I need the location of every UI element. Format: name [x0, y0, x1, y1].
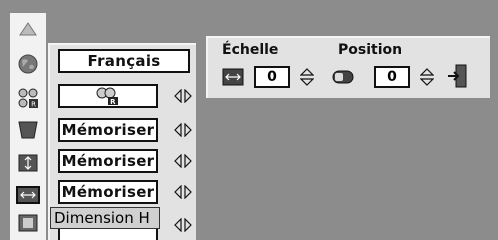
- menu-icon-bar: R: [10, 13, 46, 240]
- svg-text:R: R: [110, 98, 116, 106]
- horizontal-size-icon[interactable]: [10, 182, 46, 208]
- vertical-size-icon[interactable]: [10, 150, 46, 176]
- fullscreen-icon[interactable]: [10, 210, 46, 236]
- position-icon: [332, 70, 354, 84]
- scale-label: Échelle: [222, 42, 279, 58]
- globe-icon[interactable]: [10, 51, 46, 77]
- up-down-arrow-icon[interactable]: [420, 68, 434, 86]
- left-right-arrow-icon[interactable]: [174, 89, 192, 103]
- scale-value[interactable]: 0: [254, 66, 290, 88]
- left-right-arrow-icon[interactable]: [174, 154, 192, 168]
- left-right-arrow-icon[interactable]: [174, 185, 192, 199]
- memory-button-1[interactable]: Mémoriser: [58, 118, 158, 142]
- screen-shape-icon[interactable]: [10, 117, 46, 143]
- tooltip: Dimension H: [50, 207, 160, 229]
- position-label: Position: [338, 42, 403, 58]
- svg-text:R: R: [31, 101, 36, 109]
- up-arrow-icon[interactable]: [10, 16, 46, 42]
- position-value[interactable]: 0: [374, 66, 410, 88]
- scale-icon: [222, 68, 244, 86]
- picture-mode-icon: R: [96, 87, 118, 106]
- language-select[interactable]: Français: [58, 49, 190, 73]
- up-down-arrow-icon[interactable]: [300, 68, 314, 86]
- picture-mode-icon[interactable]: R: [10, 85, 46, 111]
- exit-icon[interactable]: [446, 64, 468, 88]
- left-right-arrow-icon[interactable]: [174, 218, 192, 232]
- adjust-panel: Échelle Position 0 0: [206, 36, 490, 98]
- memory-button-3[interactable]: Mémoriser: [58, 180, 158, 204]
- memory-button-2[interactable]: Mémoriser: [58, 149, 158, 173]
- picture-mode-button[interactable]: R: [58, 84, 158, 108]
- left-right-arrow-icon[interactable]: [174, 123, 192, 137]
